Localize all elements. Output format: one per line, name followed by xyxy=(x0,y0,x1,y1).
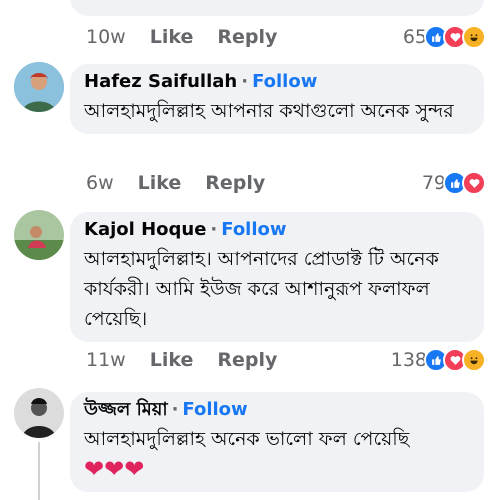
comment-time: 10w xyxy=(86,26,126,48)
reply-button[interactable]: Reply xyxy=(205,172,265,194)
haha-reaction-icon xyxy=(462,25,486,49)
reply-button[interactable]: Reply xyxy=(217,349,277,371)
like-button[interactable]: Like xyxy=(138,172,182,194)
avatar[interactable] xyxy=(14,210,64,260)
comment-text: আলহামদুলিল্লাহ অনেক ভালো ফল পেয়েছি xyxy=(84,428,410,450)
reactions-summary[interactable]: 65 xyxy=(403,25,486,49)
follow-button[interactable]: Follow xyxy=(182,399,247,420)
like-button[interactable]: Like xyxy=(150,349,194,371)
love-reaction-icon xyxy=(462,171,486,195)
comment-meta-0: 10w Like Reply 65 xyxy=(86,24,486,50)
reply-button[interactable]: Reply xyxy=(217,26,277,48)
follow-button[interactable]: Follow xyxy=(252,71,317,92)
heart-emoji: ❤❤❤ xyxy=(84,455,145,483)
avatar[interactable] xyxy=(14,62,64,112)
comment-time: 11w xyxy=(86,349,126,371)
avatar[interactable] xyxy=(14,388,64,438)
comment-text: আলহামদুলিল্লাহ। আপনাদের প্রোডাক্ট টি অনে… xyxy=(84,248,439,330)
comment-author[interactable]: Kajol Hoque xyxy=(84,219,206,240)
follow-button[interactable]: Follow xyxy=(221,219,286,240)
reactions-summary[interactable]: 79 xyxy=(422,171,486,195)
comment-meta-2: 11w Like Reply 138 xyxy=(86,347,486,373)
comment-time: 6w xyxy=(86,172,114,194)
comment-text: আলহামদুলিল্লাহ আপনার কথাগুলো অনেক সুন্দর xyxy=(84,100,454,122)
comment-author[interactable]: Hafez Saifullah xyxy=(84,71,237,92)
comment-bubble-3: উজ্জল মিয়া · Follow আলহামদুলিল্লাহ অনেক ভ… xyxy=(70,392,484,492)
comment-bubble-2: Kajol Hoque · Follow আলহামদুলিল্লাহ। আপনাদ… xyxy=(70,212,484,342)
comment-bubble-0 xyxy=(70,0,484,16)
like-button[interactable]: Like xyxy=(150,26,194,48)
reactions-summary[interactable]: 138 xyxy=(391,348,486,372)
comment-author[interactable]: উজ্জল মিয়া xyxy=(84,399,168,420)
reaction-count: 138 xyxy=(390,349,427,371)
comment-bubble-1: Hafez Saifullah · Follow আলহামদুলিল্লাহ আপ… xyxy=(70,64,484,134)
reply-thread-line xyxy=(38,442,40,500)
haha-reaction-icon xyxy=(462,348,486,372)
comment-meta-1: 6w Like Reply 79 xyxy=(86,170,486,196)
